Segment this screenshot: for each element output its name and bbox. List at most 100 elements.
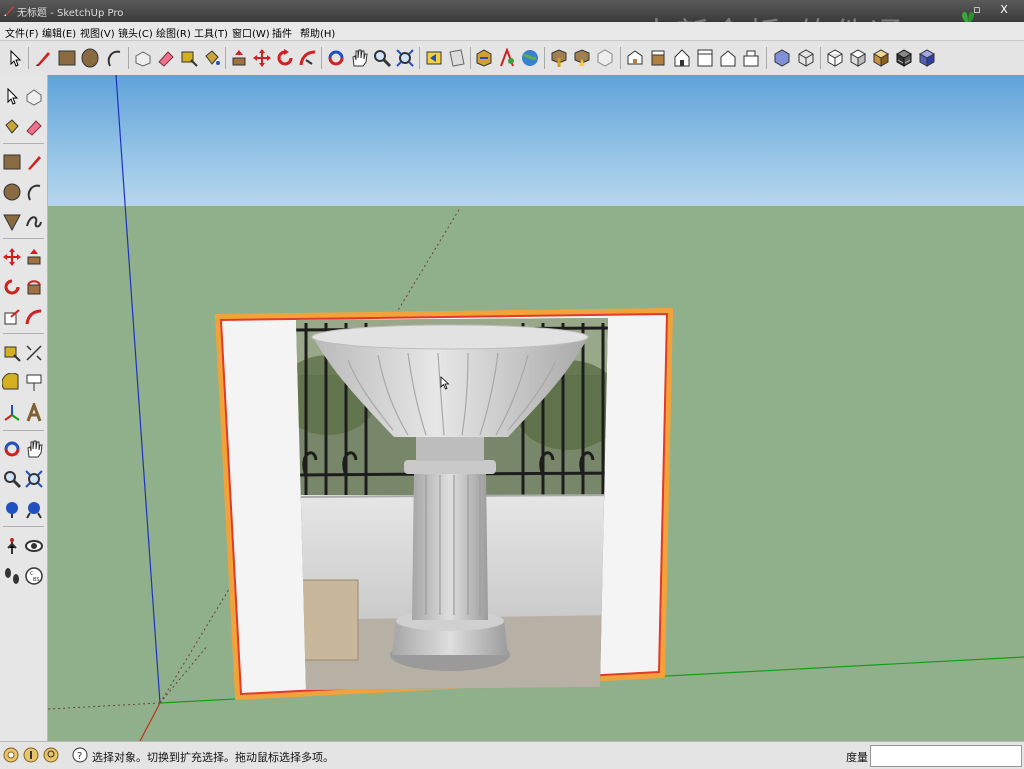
svg-text:?: ?	[77, 751, 82, 762]
previous-icon[interactable]	[24, 499, 44, 519]
follow-me-icon[interactable]	[24, 277, 44, 297]
pencil-icon[interactable]	[33, 48, 53, 68]
credits-icon[interactable]	[23, 747, 39, 763]
rectangle-icon[interactable]	[2, 152, 22, 172]
next-view-icon[interactable]	[447, 48, 467, 68]
3d-viewport[interactable]	[48, 75, 1024, 741]
freehand-icon[interactable]	[24, 212, 44, 232]
help-icon[interactable]: ?	[72, 747, 88, 763]
user-icon[interactable]	[43, 747, 59, 763]
left-view-icon[interactable]	[741, 48, 761, 68]
circle-icon[interactable]	[2, 182, 22, 202]
section-plane-icon[interactable]: C BS	[24, 566, 44, 586]
arc-icon[interactable]	[24, 182, 44, 202]
zoom-extents-icon[interactable]	[2, 499, 22, 519]
position-camera-icon[interactable]	[2, 536, 22, 556]
make-component-icon[interactable]	[24, 87, 44, 107]
menu-view[interactable]: 视图(V)	[80, 25, 115, 40]
3d-warehouse-icon[interactable]	[474, 48, 494, 68]
zoom-window-icon[interactable]	[24, 469, 44, 489]
menu-plugins[interactable]: 插件	[272, 25, 292, 40]
xray-blue-icon[interactable]	[917, 48, 937, 68]
svg-text:BS: BS	[33, 577, 40, 583]
menu-window[interactable]: 窗口(W)	[232, 25, 270, 40]
text-icon[interactable]	[24, 373, 44, 393]
left-toolbar: C BS	[0, 75, 48, 741]
add-location-icon[interactable]	[549, 48, 569, 68]
circle-icon[interactable]	[80, 48, 100, 68]
photo-content	[296, 318, 608, 690]
xray-icon[interactable]	[772, 48, 792, 68]
shaded-icon[interactable]	[848, 48, 868, 68]
move-icon[interactable]	[2, 247, 22, 267]
monochrome-icon[interactable]	[894, 48, 914, 68]
iso-view-icon[interactable]	[625, 48, 645, 68]
menu-help[interactable]: 帮助(H)	[300, 25, 335, 40]
offset-icon[interactable]	[24, 307, 44, 327]
close-button[interactable]: X	[997, 3, 1011, 17]
make-component-icon[interactable]	[133, 48, 153, 68]
paint-bucket-icon[interactable]	[2, 117, 22, 137]
rectangle-icon[interactable]	[57, 48, 77, 68]
select-icon[interactable]	[2, 87, 22, 107]
geo-location-icon[interactable]	[3, 747, 19, 763]
polygon-icon[interactable]	[2, 212, 22, 232]
paint-bucket-icon[interactable]	[202, 48, 222, 68]
walk-icon[interactable]	[2, 566, 22, 586]
select-icon[interactable]	[5, 48, 25, 68]
stone-block	[299, 579, 359, 661]
line-icon[interactable]	[24, 152, 44, 172]
eraser-icon[interactable]	[24, 117, 44, 137]
back-view-icon[interactable]	[718, 48, 738, 68]
sketchup-app-icon	[4, 6, 14, 16]
pan-icon[interactable]	[24, 439, 44, 459]
pan-icon[interactable]	[349, 48, 369, 68]
menu-draw[interactable]: 绘图(R)	[156, 25, 191, 40]
wireframe-icon[interactable]	[796, 48, 816, 68]
3d-text-icon[interactable]	[24, 403, 44, 423]
eraser-icon[interactable]	[156, 48, 176, 68]
menu-bar: 文件(F) 编辑(E) 视图(V) 镜头(C) 绘图(R) 工具(T) 窗口(W…	[0, 22, 1024, 41]
menu-tools[interactable]: 工具(T)	[194, 25, 228, 40]
orbit-icon[interactable]	[326, 48, 346, 68]
mouse-cursor-icon	[440, 376, 450, 390]
shaded-texture-icon[interactable]	[871, 48, 891, 68]
arc-icon[interactable]	[104, 48, 124, 68]
follow-me-icon[interactable]	[298, 48, 318, 68]
google-earth-icon[interactable]	[520, 48, 540, 68]
hidden-line-icon[interactable]	[825, 48, 845, 68]
scale-icon[interactable]	[2, 307, 22, 327]
front-view-icon[interactable]	[672, 48, 692, 68]
rotate-icon[interactable]	[275, 48, 295, 68]
menu-edit[interactable]: 编辑(E)	[42, 25, 76, 40]
orbit-icon[interactable]	[2, 439, 22, 459]
share-model-icon[interactable]	[497, 48, 517, 68]
protractor-icon[interactable]	[2, 373, 22, 393]
measurements-label: 度量	[846, 751, 868, 764]
tape-measure-icon[interactable]	[179, 48, 199, 68]
imported-image[interactable]	[48, 75, 1024, 741]
right-view-icon[interactable]	[695, 48, 715, 68]
window-title: 无标题 - SketchUp Pro	[17, 8, 124, 19]
component-icon[interactable]	[595, 48, 615, 68]
measurements-input[interactable]	[870, 745, 1022, 767]
zoom-icon[interactable]	[2, 469, 22, 489]
top-view-icon[interactable]	[648, 48, 668, 68]
look-around-icon[interactable]	[24, 536, 44, 556]
zoom-icon[interactable]	[372, 48, 392, 68]
status-hint: 选择对象。切换到扩充选择。拖动鼠标选择多项。	[92, 751, 334, 764]
axes-icon[interactable]	[2, 403, 22, 423]
push-pull-icon[interactable]	[24, 247, 44, 267]
status-bar: ? 选择对象。切换到扩充选择。拖动鼠标选择多项。 度量	[0, 741, 1024, 769]
push-pull-icon[interactable]	[229, 48, 249, 68]
rotate-icon[interactable]	[2, 277, 22, 297]
toggle-terrain-icon[interactable]	[572, 48, 592, 68]
zoom-extents-icon[interactable]	[395, 48, 415, 68]
move-icon[interactable]	[252, 48, 272, 68]
dimension-icon[interactable]	[24, 343, 44, 363]
previous-view-icon[interactable]	[424, 48, 444, 68]
tape-measure-icon[interactable]	[2, 343, 22, 363]
main-toolbar	[0, 41, 1024, 76]
menu-camera[interactable]: 镜头(C)	[118, 25, 153, 40]
menu-file[interactable]: 文件(F)	[5, 25, 39, 40]
